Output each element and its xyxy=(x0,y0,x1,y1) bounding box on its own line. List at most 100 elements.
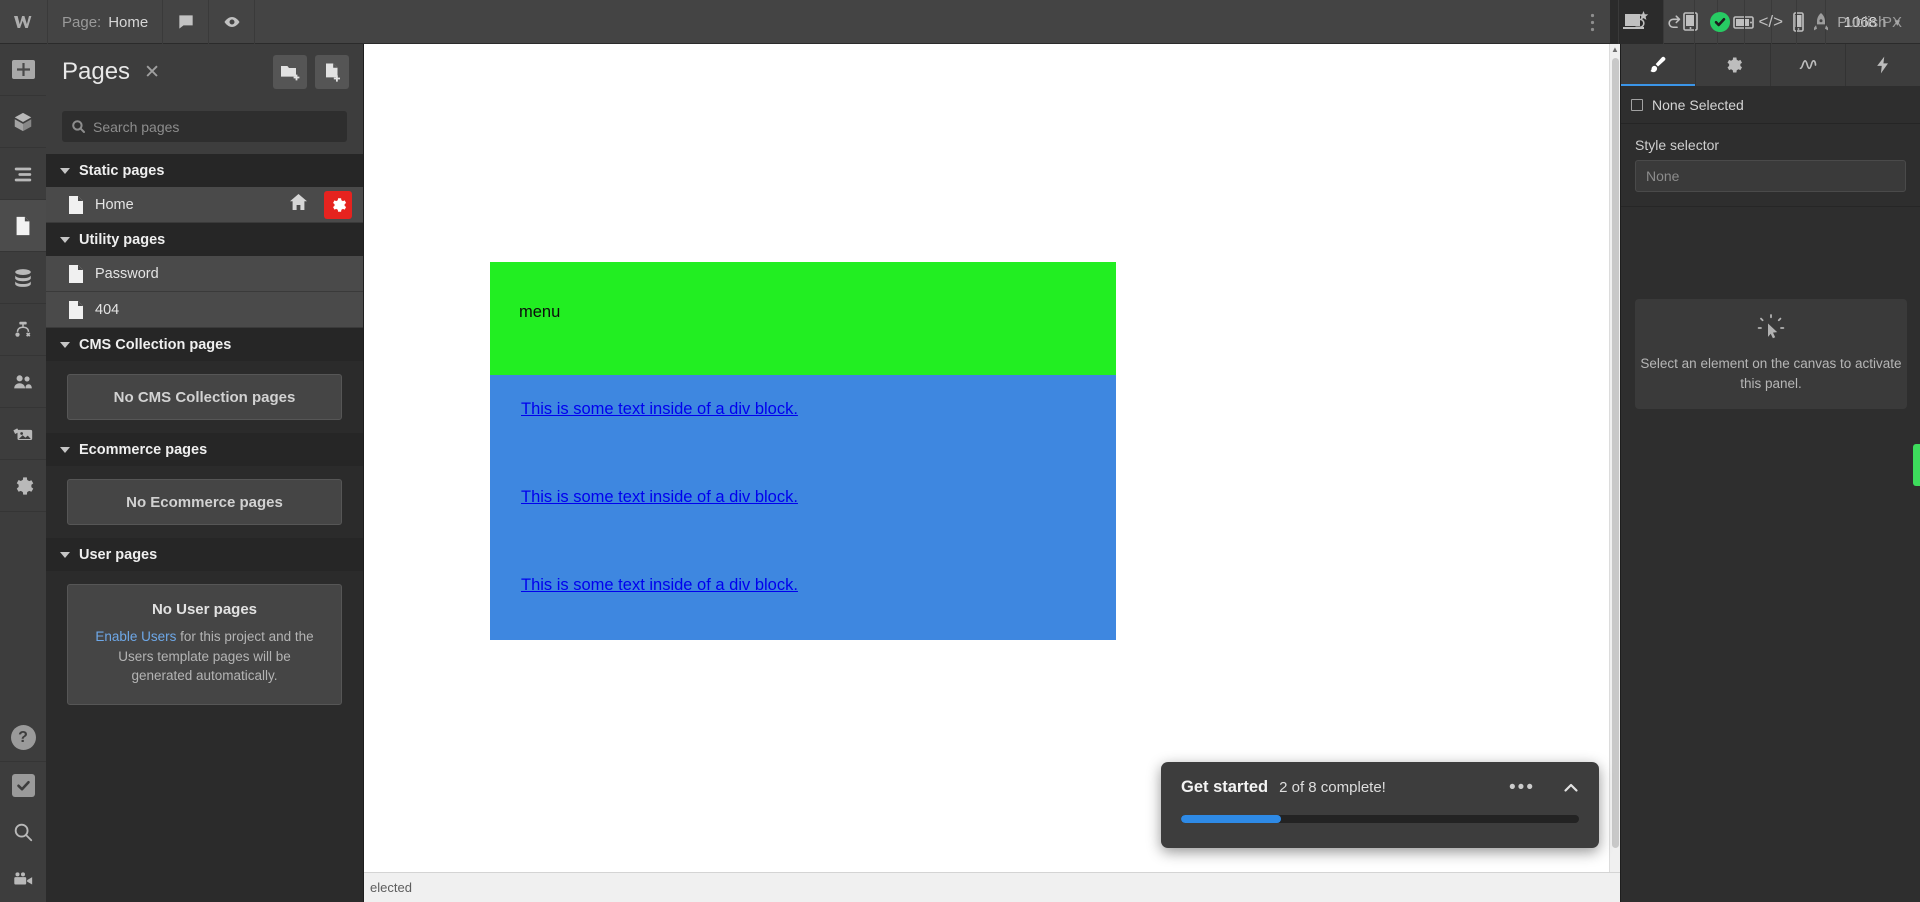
group-header-utility-pages[interactable]: Utility pages xyxy=(46,223,363,256)
webflow-logo-icon[interactable] xyxy=(0,0,48,44)
rocket-icon xyxy=(1814,13,1829,31)
group-header-cms-collection-pages[interactable]: CMS Collection pages xyxy=(46,328,363,361)
users-people-icon xyxy=(14,374,32,388)
chevron-down-icon xyxy=(60,551,70,558)
pages-file-icon xyxy=(16,216,30,235)
link-line: This is some text inside of a div block. xyxy=(490,400,1116,488)
canvas-link[interactable]: This is some text inside of a div block. xyxy=(521,400,798,418)
selection-label: None Selected xyxy=(1652,96,1744,113)
menu-block[interactable]: menu xyxy=(490,262,1116,375)
link-line: This is some text inside of a div block. xyxy=(490,488,1116,576)
style-selector-label: Style selector xyxy=(1635,137,1720,153)
undo-icon[interactable] xyxy=(1618,0,1656,44)
group-header-ecommerce-pages[interactable]: Ecommerce pages xyxy=(46,433,363,466)
assets-images-icon xyxy=(13,427,33,440)
search-icon xyxy=(72,120,85,133)
rail-audit[interactable] xyxy=(0,761,46,808)
rail-help[interactable]: ? xyxy=(0,714,46,761)
rail-navigator[interactable] xyxy=(0,148,46,200)
get-started-card[interactable]: Get started 2 of 8 complete! ••• xyxy=(1161,762,1599,848)
group-label: CMS Collection pages xyxy=(79,336,232,353)
group-label: Static pages xyxy=(79,162,165,179)
group-header-static-pages[interactable]: Static pages xyxy=(46,154,363,187)
canvas-link[interactable]: This is some text inside of a div block. xyxy=(521,576,798,594)
search-icon xyxy=(14,823,33,841)
quick-find-tab[interactable] xyxy=(1913,444,1920,486)
more-horizontal-icon[interactable]: ••• xyxy=(1509,778,1535,797)
empty-ecommerce-pages: No Ecommerce pages xyxy=(67,479,342,525)
components-box-icon xyxy=(14,112,32,131)
comment-icon[interactable] xyxy=(163,0,210,44)
group-label: User pages xyxy=(79,546,158,563)
top-toolbar: Page: Home 1068 PX </> Publish ▾ xyxy=(0,0,1920,44)
new-page-icon[interactable] xyxy=(315,55,349,89)
site-preview: menu This is some text inside of a div b… xyxy=(490,262,1116,640)
menu-text: menu xyxy=(519,303,561,321)
more-vertical-icon[interactable] xyxy=(1576,0,1610,44)
square-outline-icon xyxy=(1631,98,1643,111)
page-file-icon xyxy=(68,300,84,319)
get-started-header: Get started 2 of 8 complete! ••• xyxy=(1181,778,1579,797)
rail-cms[interactable] xyxy=(0,252,46,304)
design-canvas[interactable]: menu This is some text inside of a div b… xyxy=(364,44,1620,872)
redo-icon[interactable] xyxy=(1656,0,1694,44)
canvas-link[interactable]: This is some text inside of a div block. xyxy=(521,488,798,506)
empty-description: Enable Users for this project and the Us… xyxy=(86,627,323,686)
code-view-button[interactable]: </> xyxy=(1744,0,1796,44)
blue-div-block[interactable]: This is some text inside of a div block.… xyxy=(490,375,1116,640)
page-name-label: Password xyxy=(95,265,159,282)
tab-effects[interactable] xyxy=(1846,44,1920,86)
close-icon[interactable]: ✕ xyxy=(144,63,160,82)
style-selector-input[interactable]: None xyxy=(1635,160,1906,192)
rail-add[interactable] xyxy=(0,44,46,96)
new-folder-icon[interactable] xyxy=(273,55,307,89)
tab-interactions[interactable] xyxy=(1771,44,1846,86)
group-header-user-pages[interactable]: User pages xyxy=(46,538,363,571)
canvas-scrollbar[interactable]: ▲ xyxy=(1609,44,1620,872)
rail-search[interactable] xyxy=(0,808,46,855)
rail-logic[interactable] xyxy=(0,304,46,356)
panel-divider xyxy=(1621,206,1920,207)
tab-style[interactable] xyxy=(1621,44,1696,86)
check-circle-icon[interactable] xyxy=(1694,0,1744,44)
scrollbar-thumb[interactable] xyxy=(1612,58,1619,848)
right-panel-empty-state: Select an element on the canvas to activ… xyxy=(1635,299,1907,409)
empty-user-pages: No User pages Enable Users for this proj… xyxy=(67,584,342,705)
rail-users[interactable] xyxy=(0,356,46,408)
empty-label: No Ecommerce pages xyxy=(126,493,283,511)
webflow-designer: Page: Home 1068 PX </> Publish ▾ ? Pages… xyxy=(0,0,1920,902)
publish-label: Publish xyxy=(1837,13,1887,31)
chevron-up-icon[interactable] xyxy=(1563,780,1579,796)
rail-pages[interactable] xyxy=(0,200,46,252)
gear-icon xyxy=(16,476,34,495)
page-name-label: 404 xyxy=(95,301,120,318)
page-name: Home xyxy=(108,13,149,31)
video-camera-icon xyxy=(14,871,33,884)
interactions-icon xyxy=(1799,59,1817,70)
page-row-password[interactable]: Password xyxy=(46,256,363,292)
rail-settings[interactable] xyxy=(0,460,46,512)
status-bar: elected xyxy=(364,872,1620,902)
empty-state-text: Select an element on the canvas to activ… xyxy=(1640,356,1902,391)
scroll-up-arrow[interactable]: ▲ xyxy=(1610,44,1620,56)
rail-video[interactable] xyxy=(0,855,46,902)
current-page-indicator[interactable]: Page: Home xyxy=(48,0,164,44)
page-settings-button[interactable] xyxy=(324,190,352,219)
home-icon xyxy=(290,194,307,215)
page-row-home[interactable]: Home xyxy=(46,187,363,223)
tab-settings[interactable] xyxy=(1696,44,1771,86)
publish-button[interactable]: Publish ▾ xyxy=(1796,0,1920,44)
lightning-bolt-icon xyxy=(1877,56,1888,74)
search-input[interactable]: Search pages xyxy=(62,111,347,142)
status-text: elected xyxy=(370,880,412,895)
page-row-404[interactable]: 404 xyxy=(46,292,363,328)
rail-assets[interactable] xyxy=(0,408,46,460)
group-label: Utility pages xyxy=(79,231,166,248)
enable-users-link[interactable]: Enable Users xyxy=(95,629,176,644)
eye-preview-icon[interactable] xyxy=(209,0,256,44)
empty-title: No User pages xyxy=(151,601,258,618)
rail-components[interactable] xyxy=(0,96,46,148)
database-icon xyxy=(15,268,31,287)
empty-cms-collection-pages: No CMS Collection pages xyxy=(67,374,342,420)
style-selector-value: None xyxy=(1646,168,1680,184)
